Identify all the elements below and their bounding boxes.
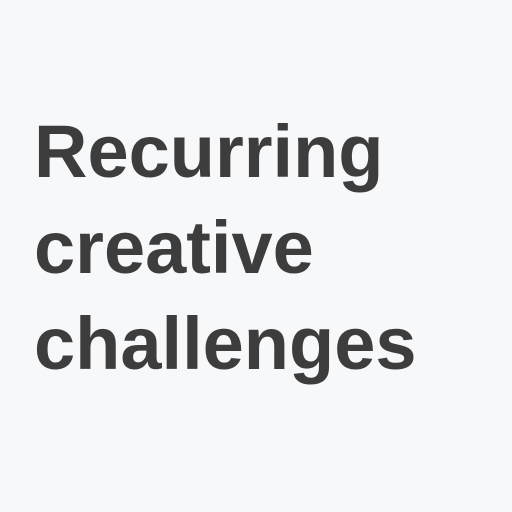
title-card: Recurring creative challenges — [0, 0, 512, 512]
title-line-1: Recurring — [34, 110, 384, 193]
title-line-2: creative — [34, 206, 314, 289]
title-line-3: challenges — [34, 302, 417, 385]
page-title: Recurring creative challenges — [34, 104, 417, 392]
